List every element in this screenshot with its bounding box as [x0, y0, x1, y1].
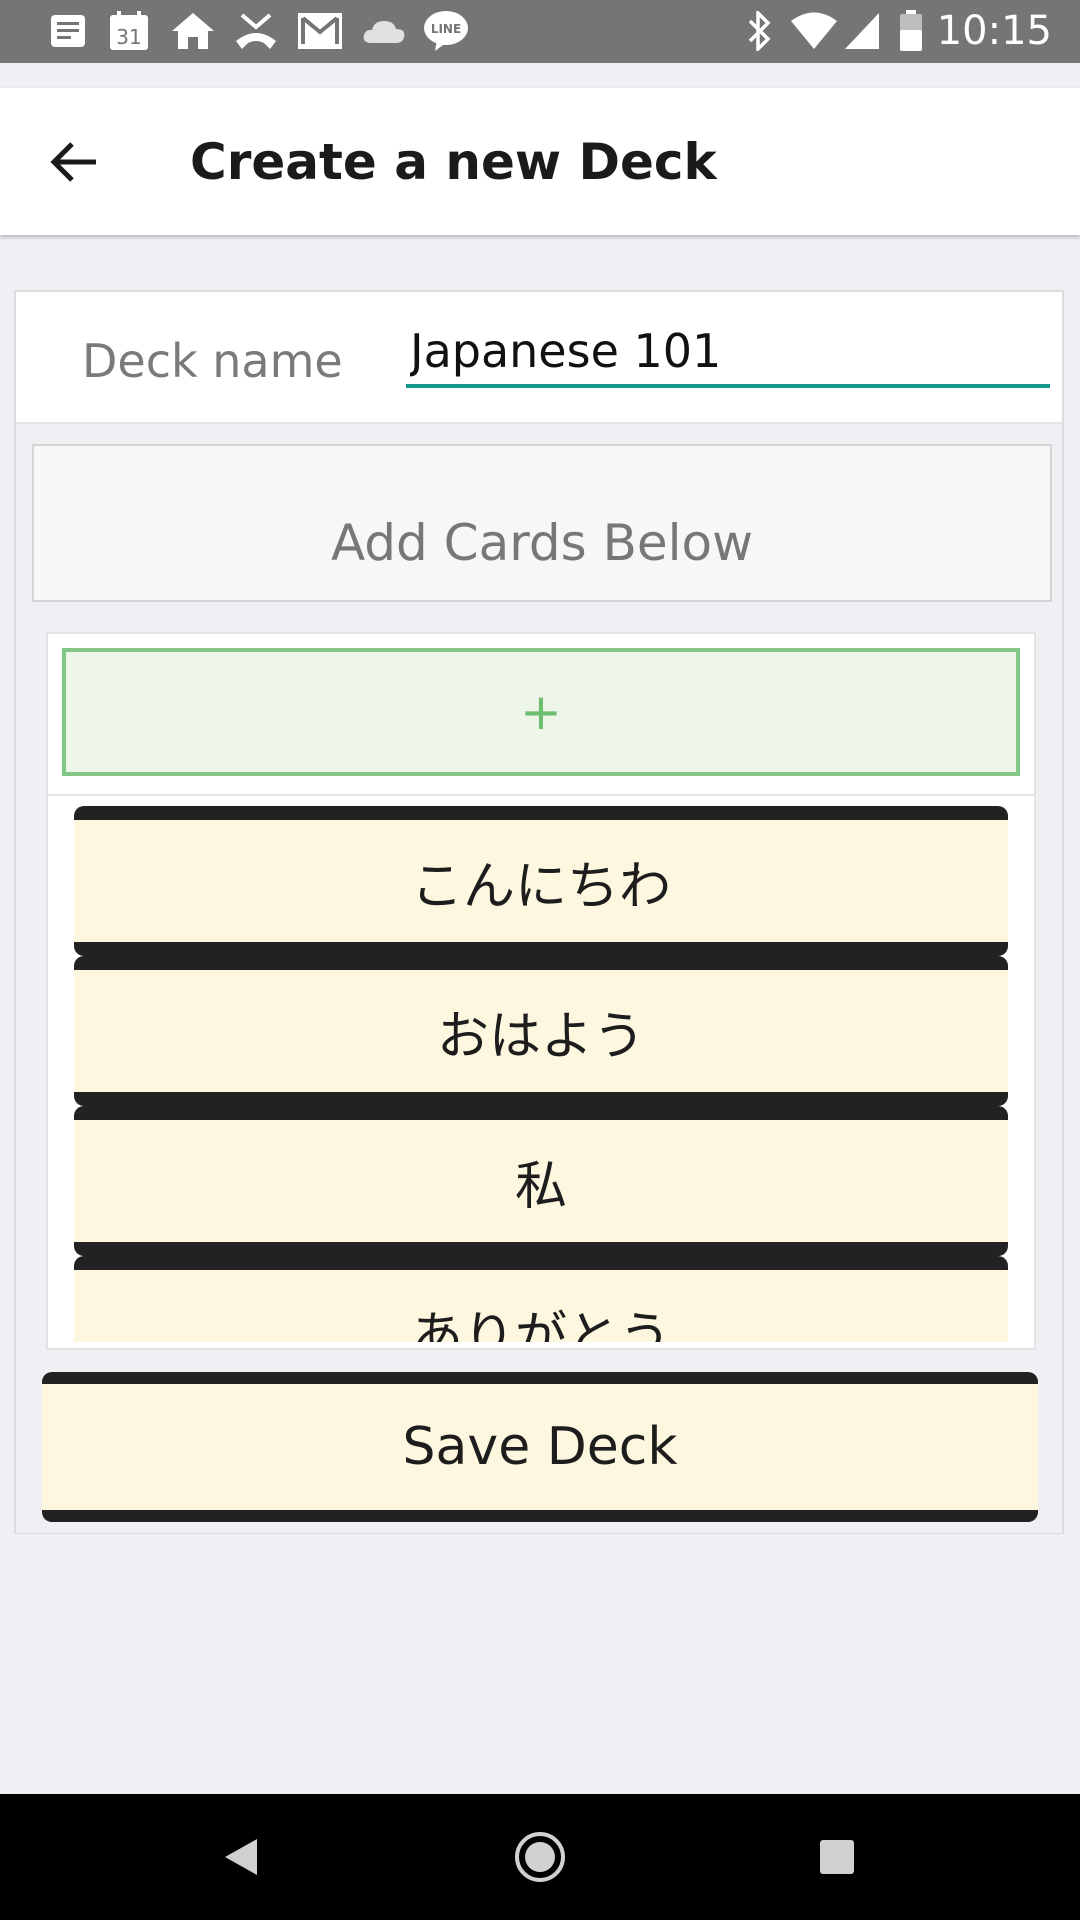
cloud-icon — [362, 12, 406, 50]
divider — [48, 794, 1034, 796]
add-cards-header: Add Cards Below — [32, 444, 1052, 602]
cards-area: Add Cards Below + こんにちわ おはよう 私 ありがとう — [16, 424, 1062, 1533]
card-list[interactable]: こんにちわ おはよう 私 ありがとう — [74, 806, 1008, 1342]
back-button[interactable] — [40, 128, 108, 196]
navigation-bar — [0, 1794, 1080, 1920]
signal-icon — [844, 12, 880, 50]
line-app-icon: LINE — [422, 11, 470, 51]
card-item[interactable]: おはよう — [74, 956, 1008, 1106]
calendar-icon: 31 — [108, 11, 150, 50]
create-deck-form: Deck name Add Cards Below + こんにちわ おはよう 私… — [14, 290, 1064, 1534]
page-title: Create a new Deck — [190, 133, 717, 191]
nav-back-icon — [225, 1839, 257, 1875]
card-item[interactable]: こんにちわ — [74, 806, 1008, 956]
calendar-day: 31 — [116, 25, 141, 49]
nav-recents-button[interactable] — [802, 1822, 872, 1892]
status-time: 10:15 — [936, 8, 1052, 54]
nav-back-button[interactable] — [206, 1822, 276, 1892]
nav-recents-icon — [820, 1840, 854, 1874]
line-label: LINE — [431, 22, 461, 36]
save-deck-button[interactable]: Save Deck — [42, 1372, 1038, 1522]
battery-icon — [898, 10, 924, 51]
app-bar: Create a new Deck — [0, 88, 1080, 235]
bluetooth-icon — [744, 11, 774, 51]
deck-name-label: Deck name — [82, 334, 343, 388]
nav-home-icon — [515, 1832, 565, 1882]
status-bar: 31 LINE 10:15 — [0, 0, 1080, 63]
deck-name-input[interactable] — [406, 318, 1050, 388]
home-icon — [170, 12, 216, 50]
nav-home-button[interactable] — [505, 1822, 575, 1892]
missed-call-icon — [234, 12, 278, 50]
cards-panel[interactable]: + こんにちわ おはよう 私 ありがとう — [46, 632, 1036, 1350]
deck-name-row: Deck name — [16, 292, 1062, 424]
gmail-icon — [296, 12, 344, 50]
back-arrow-icon — [50, 142, 96, 182]
notes-icon — [48, 12, 88, 50]
card-item[interactable]: ありがとう — [74, 1256, 1008, 1342]
add-card-button[interactable]: + — [62, 648, 1020, 776]
wifi-icon — [790, 12, 838, 50]
card-item[interactable]: 私 — [74, 1106, 1008, 1256]
